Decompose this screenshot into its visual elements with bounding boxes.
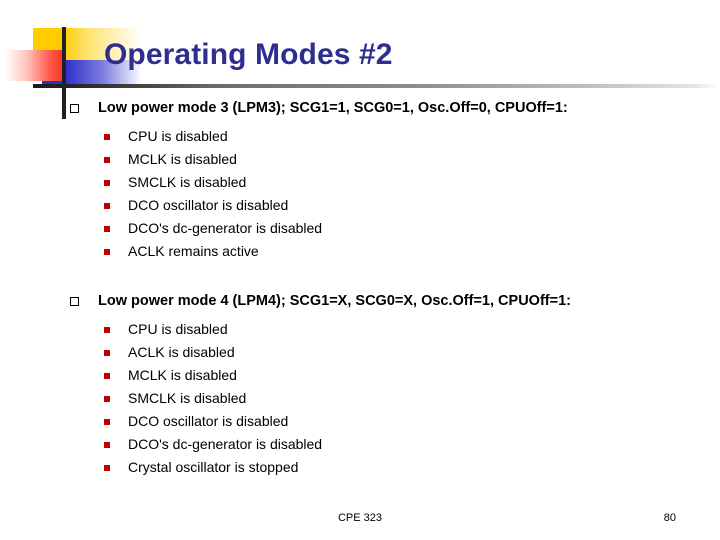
list-item: Low power mode 3 (LPM3); SCG1=1, SCG0=1,…: [0, 98, 720, 118]
square-bullet-icon: [104, 327, 110, 333]
list-item: CPU is disabled: [0, 126, 720, 149]
bullet-block-lpm4: Low power mode 4 (LPM4); SCG1=X, SCG0=X,…: [0, 291, 720, 480]
sub-bullet-list: CPU is disabled MCLK is disabled SMCLK i…: [0, 126, 720, 264]
footer-course-label: CPE 323: [337, 512, 383, 524]
list-item: DCO's dc-generator is disabled: [0, 434, 720, 457]
sub-bullet-label: MCLK is disabled: [128, 151, 237, 167]
sub-bullet-label: SMCLK is disabled: [128, 174, 247, 190]
list-item: SMCLK is disabled: [0, 172, 720, 195]
square-bullet-icon: [104, 442, 110, 448]
list-item: ACLK remains active: [0, 241, 720, 264]
square-bullet-icon: [104, 373, 110, 379]
sub-bullet-label: ACLK is disabled: [128, 344, 235, 360]
square-bullet-icon: [104, 180, 110, 186]
sub-bullet-label: DCO oscillator is disabled: [128, 197, 289, 213]
sub-bullet-list: CPU is disabled ACLK is disabled MCLK is…: [0, 319, 720, 480]
hollow-square-bullet-icon: [70, 104, 79, 113]
sub-bullet-label: Crystal oscillator is stopped: [128, 459, 299, 475]
list-item: ACLK is disabled: [0, 342, 720, 365]
list-item: MCLK is disabled: [0, 365, 720, 388]
list-item: DCO oscillator is disabled: [0, 195, 720, 218]
sub-bullet-label: DCO's dc-generator is disabled: [128, 436, 323, 452]
square-bullet-icon: [104, 350, 110, 356]
list-item: SMCLK is disabled: [0, 388, 720, 411]
slide-body: Low power mode 3 (LPM3); SCG1=1, SCG0=1,…: [0, 98, 720, 480]
sub-bullet-label: DCO oscillator is disabled: [128, 413, 289, 429]
square-bullet-icon: [104, 134, 110, 140]
square-bullet-icon: [104, 157, 110, 163]
sub-bullet-label: ACLK remains active: [128, 243, 259, 259]
decoration-red-square: [5, 50, 63, 81]
square-bullet-icon: [104, 226, 110, 232]
decoration-horizontal-rule: [33, 84, 720, 88]
sub-bullet-label: CPU is disabled: [128, 128, 228, 144]
bullet-heading: Low power mode 4 (LPM4); SCG1=X, SCG0=X,…: [98, 293, 571, 309]
bullet-block-lpm3: Low power mode 3 (LPM3); SCG1=1, SCG0=1,…: [0, 98, 720, 264]
list-item: MCLK is disabled: [0, 149, 720, 172]
list-item: Low power mode 4 (LPM4); SCG1=X, SCG0=X,…: [0, 291, 720, 311]
square-bullet-icon: [104, 465, 110, 471]
page-title: Operating Modes #2: [104, 38, 393, 71]
bullet-heading: Low power mode 3 (LPM3); SCG1=1, SCG0=1,…: [98, 100, 568, 116]
footer-page-number: 80: [663, 512, 676, 524]
square-bullet-icon: [104, 396, 110, 402]
list-item: CPU is disabled: [0, 319, 720, 342]
list-item: Crystal oscillator is stopped: [0, 457, 720, 480]
square-bullet-icon: [104, 203, 110, 209]
square-bullet-icon: [104, 249, 110, 255]
hollow-square-bullet-icon: [70, 297, 79, 306]
sub-bullet-label: CPU is disabled: [128, 321, 228, 337]
sub-bullet-label: SMCLK is disabled: [128, 390, 247, 406]
list-item: DCO's dc-generator is disabled: [0, 218, 720, 241]
sub-bullet-label: DCO's dc-generator is disabled: [128, 220, 323, 236]
sub-bullet-label: MCLK is disabled: [128, 367, 237, 383]
square-bullet-icon: [104, 419, 110, 425]
list-item: DCO oscillator is disabled: [0, 411, 720, 434]
